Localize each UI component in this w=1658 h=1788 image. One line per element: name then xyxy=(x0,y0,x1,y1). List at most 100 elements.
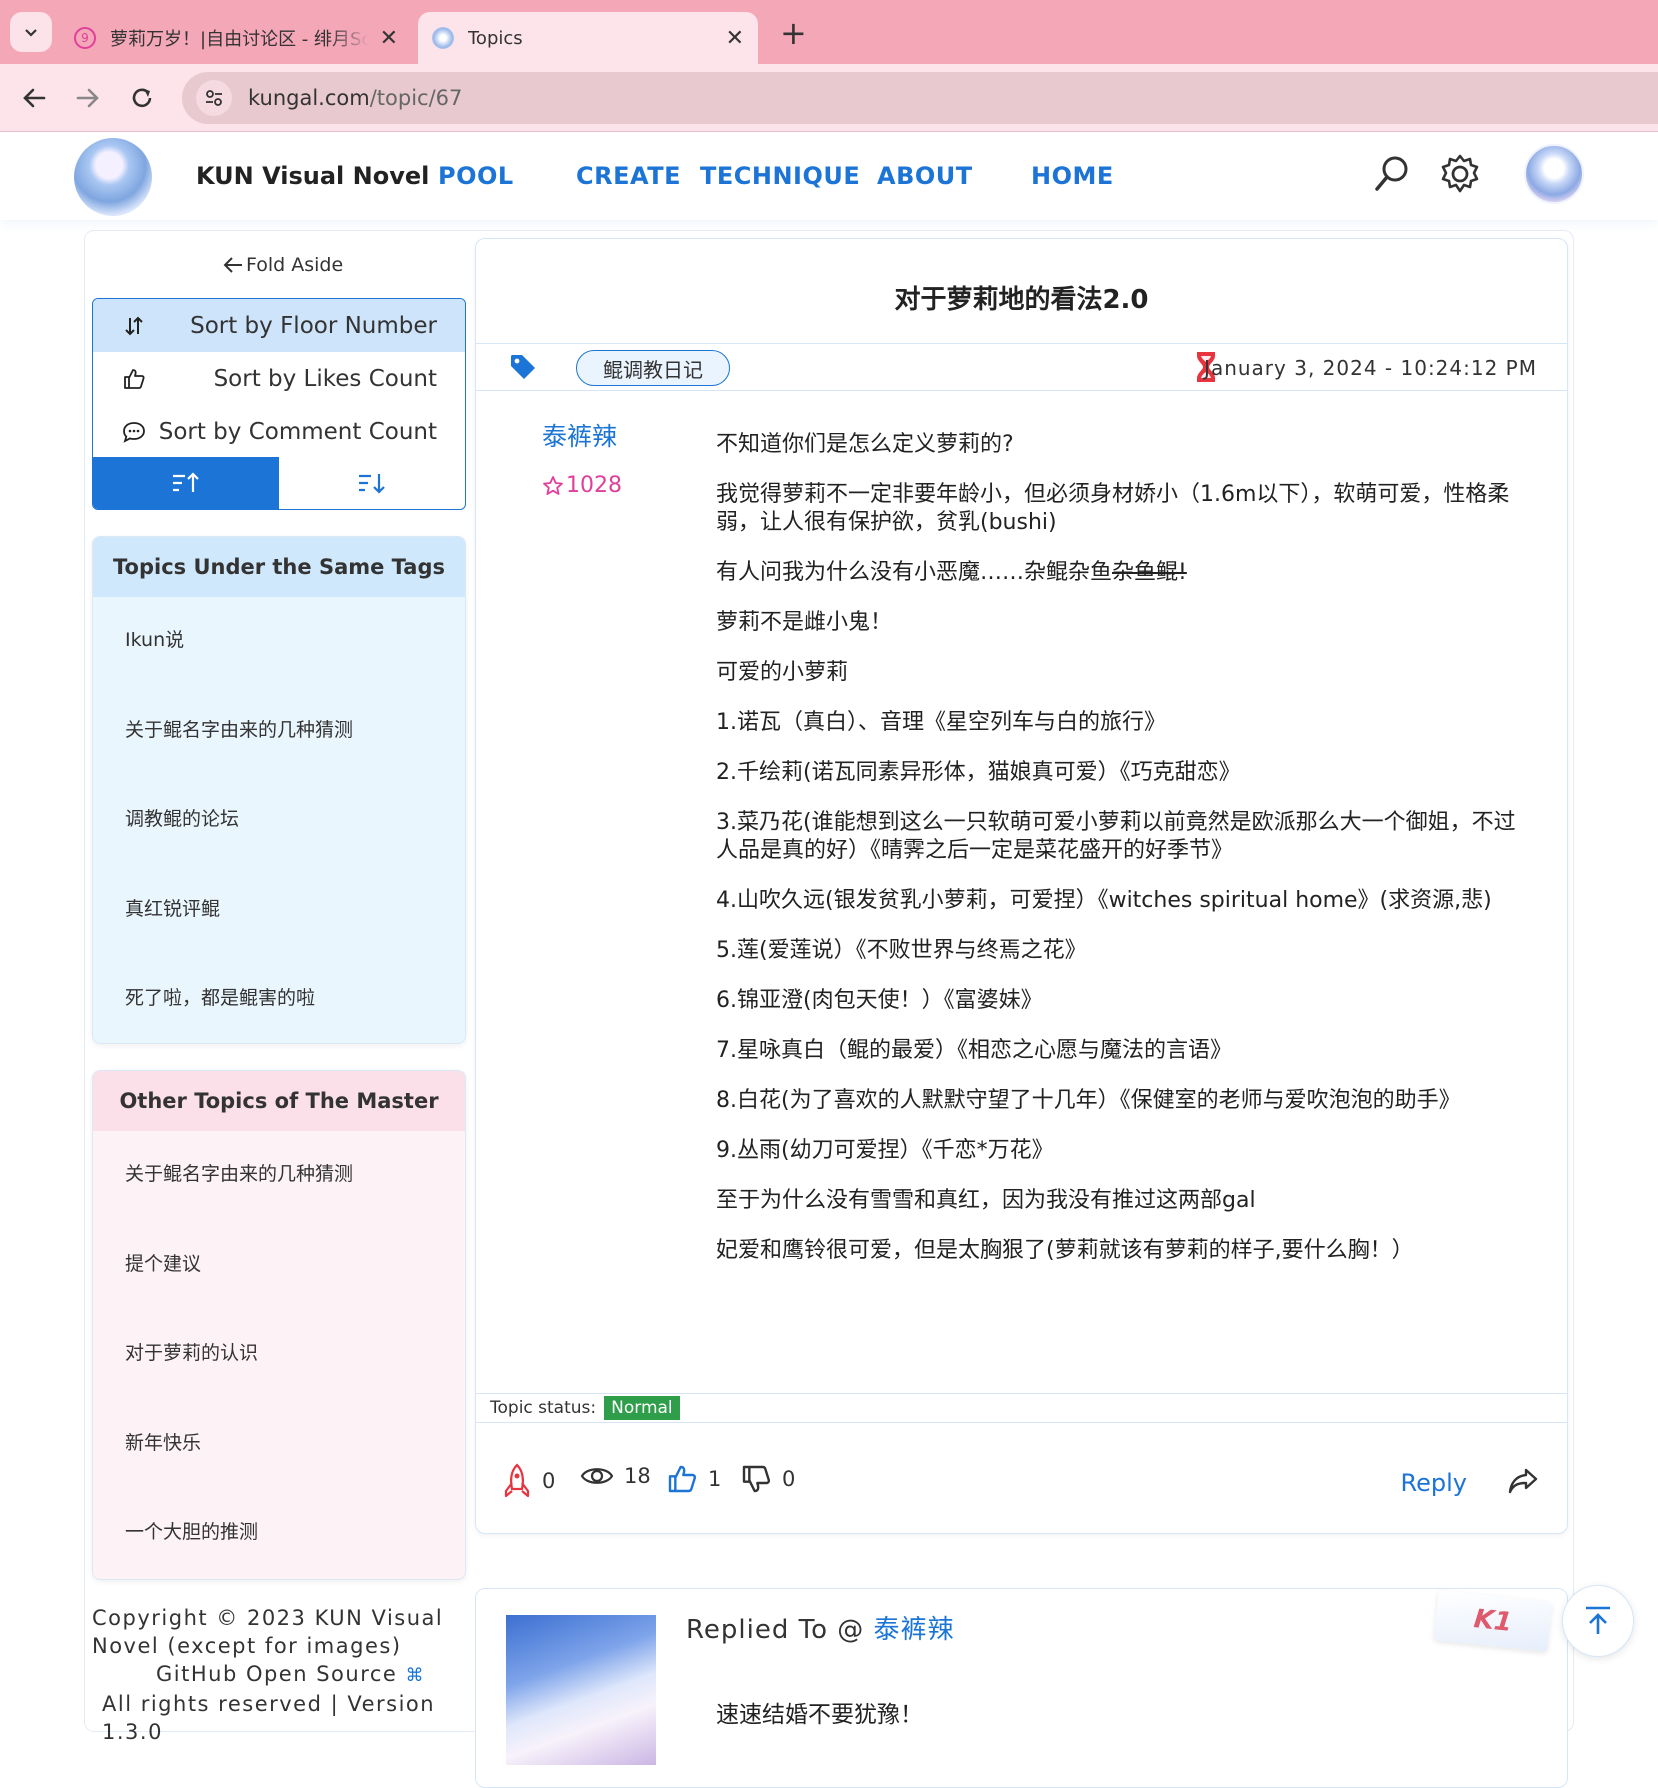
url-text: kungal.com/topic/67 xyxy=(248,86,462,110)
master-topics-title: Other Topics of The Master xyxy=(93,1071,465,1131)
author-name[interactable]: 泰裤辣 xyxy=(542,417,617,453)
views-count: 18 xyxy=(624,1464,651,1488)
content-paragraph: 有人问我为什么没有小恶魔……杂鲲杂鱼杂鱼鲲! xyxy=(716,559,1536,587)
github-link[interactable]: GitHub Open Source ⌘ xyxy=(92,1660,472,1690)
content-paragraph: 3.菜乃花(谁能想到这么一只软萌可爱小萝莉以前竟然是欧派那么大一个御姐，不过人品… xyxy=(716,810,1516,863)
close-tab-icon[interactable]: ✕ xyxy=(380,26,398,51)
like-button[interactable]: 1 xyxy=(666,1463,721,1495)
master-topic-link[interactable]: 关于鲲名字由来的几种猜测 xyxy=(93,1131,465,1221)
reload-icon[interactable] xyxy=(124,80,160,116)
brand-title[interactable]: KUN Visual Novel xyxy=(196,162,429,190)
nav-technique[interactable]: TECHNIQUE xyxy=(700,162,860,190)
back-arrow-icon[interactable] xyxy=(16,80,52,116)
fold-aside-button[interactable]: Fold Aside xyxy=(222,254,343,276)
new-tab-plus-icon[interactable]: + xyxy=(780,14,807,52)
back-to-top-button[interactable] xyxy=(1562,1585,1634,1657)
topic-content: 不知道你们是怎么定义萝莉的? 我觉得萝莉不一定非要年龄小，但必须身材娇小（1.6… xyxy=(716,431,1536,1287)
nav-home[interactable]: HOME xyxy=(1031,162,1114,190)
chevron-down-icon xyxy=(25,29,37,37)
thumbs-down-icon xyxy=(742,1465,771,1493)
topic-actions: 0 18 1 0 Reply xyxy=(476,1439,1567,1519)
master-topic-link[interactable]: 新年快乐 xyxy=(93,1400,465,1490)
sort-by-comments-option[interactable]: Sort by Comment Count xyxy=(93,405,465,458)
browser-tab-forum[interactable]: 9 萝莉万岁！|自由讨论区 - 绯月Sc ✕ xyxy=(60,12,412,64)
content-paragraph: 8.白花(为了喜欢的人默默守望了十几年）《保健室的老师与爱吹泡泡的助手》 xyxy=(716,1088,1461,1113)
sort-panel: Sort by Floor Number Sort by Likes Count… xyxy=(92,298,466,510)
content-paragraph: 我觉得萝莉不一定非要年龄小，但必须身材娇小（1.6m以下），软萌可爱，性格柔弱，… xyxy=(716,482,1510,535)
tab-search-button[interactable] xyxy=(10,12,52,52)
eye-icon xyxy=(580,1468,614,1484)
nav-about[interactable]: ABOUT xyxy=(877,162,973,190)
site-header: KUN Visual Novel POOL CREATE TECHNIQUE A… xyxy=(0,132,1658,220)
related-topic-link[interactable]: 调教鲲的论坛 xyxy=(93,776,465,866)
rights-line: All rights reserved | Version 1.3.0 xyxy=(102,1692,436,1744)
master-topic-link[interactable]: 一个大胆的推测 xyxy=(93,1489,465,1579)
user-avatar[interactable] xyxy=(1524,144,1584,204)
nav-pool[interactable]: POOL xyxy=(438,162,514,190)
kun-favicon-icon xyxy=(432,27,454,49)
same-tags-panel: Topics Under the Same Tags Ikun说 关于鲲名字由来… xyxy=(92,536,466,1044)
browser-tab-topics[interactable]: Topics ✕ xyxy=(418,12,758,64)
content-paragraph: 4.山吹久远(银发贫乳小萝莉，可爱捏）《witches spiritual ho… xyxy=(716,888,1492,913)
topic-tag-chip[interactable]: 鲲调教日记 xyxy=(576,350,730,386)
sort-label: Sort by Comment Count xyxy=(158,418,437,445)
search-icon[interactable] xyxy=(1372,152,1412,196)
strikethrough-text: 杂鱼鲲! xyxy=(1112,560,1187,585)
master-topics-panel: Other Topics of The Master 关于鲲名字由来的几种猜测 … xyxy=(92,1070,466,1580)
master-topic-link[interactable]: 对于萝莉的认识 xyxy=(93,1310,465,1400)
arrow-left-icon xyxy=(223,257,242,273)
content-paragraph: 2.千绘莉(诺瓦同素异形体，猫娘真可爱）《巧克甜恋》 xyxy=(716,760,1241,785)
site-logo[interactable] xyxy=(74,138,152,216)
sort-ascending-button[interactable] xyxy=(93,457,279,509)
fold-aside-label: Fold Aside xyxy=(246,254,344,276)
gear-icon[interactable] xyxy=(1438,152,1482,196)
upvote-count: 0 xyxy=(542,1469,556,1493)
thumbs-up-icon xyxy=(119,364,149,394)
sort-label: Sort by Likes Count xyxy=(213,365,437,392)
url-path: /topic/67 xyxy=(369,86,463,110)
browser-address-bar: kungal.com/topic/67 xyxy=(0,64,1658,132)
sort-descending-icon xyxy=(359,474,385,494)
content-paragraph: 妃爱和鹰铃很可爱，但是太胸狠了(萝莉就该有萝莉的样子,要什么胸！） xyxy=(716,1238,1414,1263)
close-tab-icon[interactable]: ✕ xyxy=(726,26,744,51)
sort-by-floor-option[interactable]: Sort by Floor Number xyxy=(93,299,465,352)
topic-card: 对于萝莉地的看法2.0 鲲调教日记 January 3, 2024 - 10:2… xyxy=(475,238,1568,1534)
share-icon[interactable] xyxy=(1507,1467,1539,1495)
arrow-up-to-top-icon xyxy=(1586,1606,1610,1634)
github-icon: ⌘ xyxy=(405,1665,426,1686)
replied-to-user-link[interactable]: 泰裤辣 xyxy=(874,1615,955,1645)
upvote-button[interactable]: 0 xyxy=(502,1463,555,1499)
replier-avatar[interactable] xyxy=(506,1615,656,1765)
related-topic-link[interactable]: 关于鲲名字由来的几种猜测 xyxy=(93,687,465,777)
reply-button[interactable]: Reply xyxy=(1401,1469,1467,1497)
forum-favicon-icon: 9 xyxy=(74,27,96,49)
master-topic-link[interactable]: 提个建议 xyxy=(93,1221,465,1311)
thumbs-up-icon xyxy=(668,1465,697,1493)
site-settings-icon[interactable] xyxy=(196,80,232,116)
topic-status-bar: Topic status: Normal xyxy=(476,1393,1567,1423)
related-topic-link[interactable]: 死了啦，都是鲲害的啦 xyxy=(93,955,465,1043)
sort-descending-button[interactable] xyxy=(279,457,465,509)
sort-ascending-icon xyxy=(173,472,199,492)
content-paragraph: 可爱的小萝莉 xyxy=(716,660,849,685)
reply-content: 速速结婚不要犹豫！ xyxy=(716,1702,923,1728)
tag-icon xyxy=(511,355,535,379)
dislikes-count: 0 xyxy=(782,1467,796,1491)
content-paragraph: 不知道你们是怎么定义萝莉的? xyxy=(716,432,1014,457)
content-paragraph: 至于为什么没有雪雪和真红，因为我没有推过这两部gal xyxy=(716,1188,1256,1213)
copyright-line: Copyright © 2023 KUN Visual Novel (excep… xyxy=(92,1606,444,1658)
sort-by-likes-option[interactable]: Sort by Likes Count xyxy=(93,352,465,405)
forward-arrow-icon[interactable] xyxy=(70,80,106,116)
moemoepoint: 1028 xyxy=(542,473,622,498)
related-topic-link[interactable]: 真红锐评鲲 xyxy=(93,866,465,956)
sort-arrows-icon xyxy=(119,311,149,341)
nav-create[interactable]: CREATE xyxy=(576,162,681,190)
copyright-footer: Copyright © 2023 KUN Visual Novel (excep… xyxy=(92,1604,472,1746)
likes-count: 1 xyxy=(708,1467,722,1491)
star-icon xyxy=(543,475,563,495)
content-paragraph: 1.诺瓦（真白）、音理《星空列车与白的旅行》 xyxy=(716,710,1166,735)
browser-tab-bar: 9 萝莉万岁！|自由讨论区 - 绯月Sc ✕ Topics ✕ + xyxy=(0,0,1658,64)
related-topic-link[interactable]: Ikun说 xyxy=(93,597,465,687)
url-omnibox[interactable]: kungal.com/topic/67 xyxy=(182,72,1658,124)
dislike-button[interactable]: 0 xyxy=(740,1463,795,1495)
